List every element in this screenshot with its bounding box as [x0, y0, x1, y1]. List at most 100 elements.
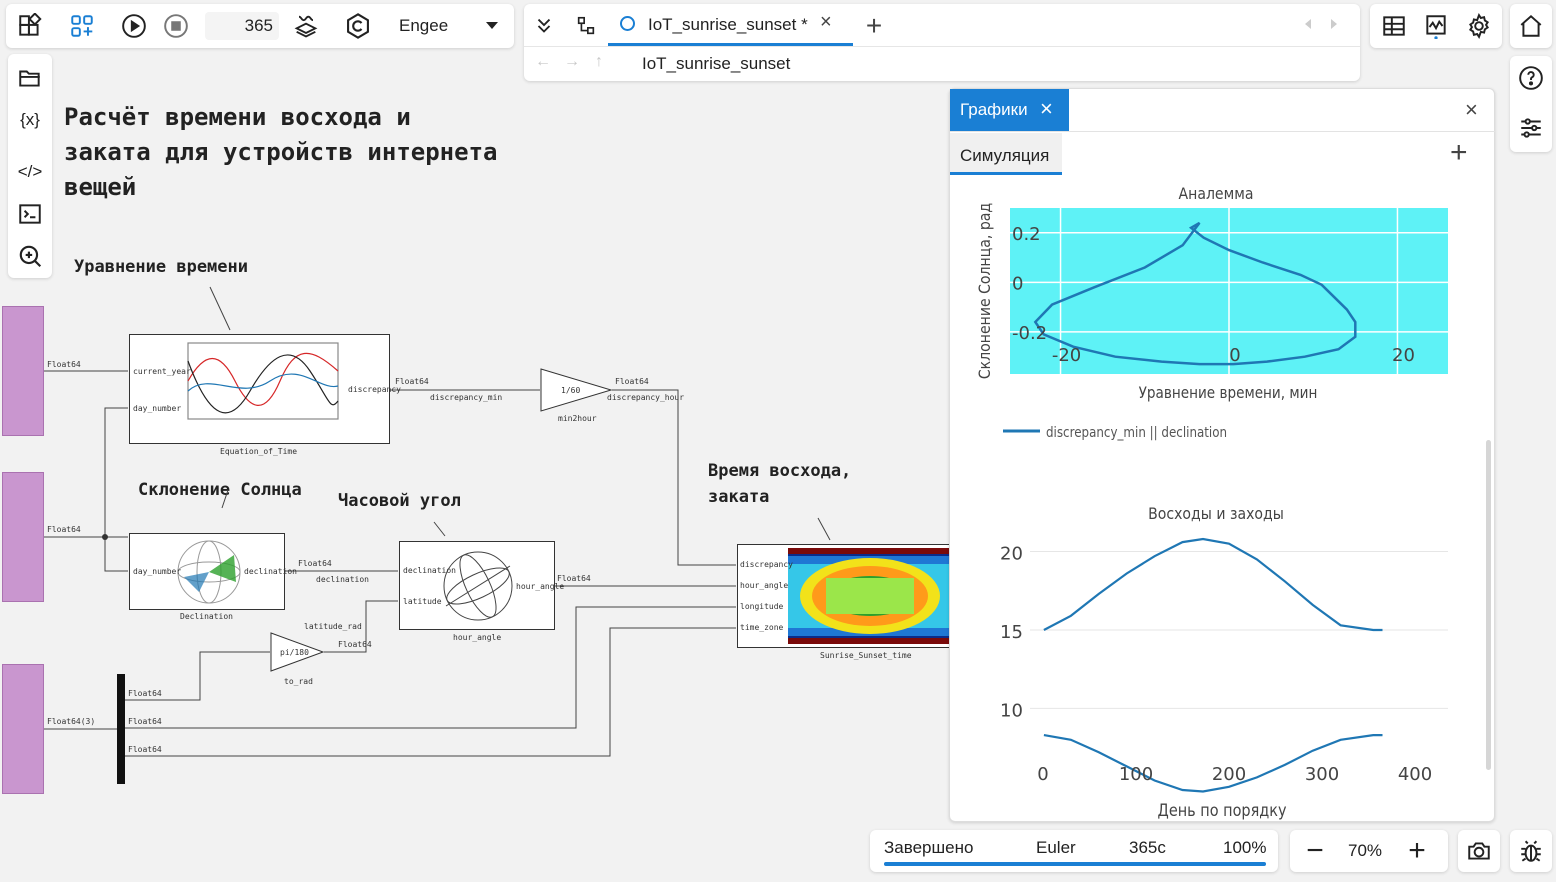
progress-text: 100%	[1223, 838, 1267, 857]
sunrise-sunset-block[interactable]: discrepancy hour_angle longitude time_zo…	[737, 544, 951, 648]
chart-title: Восходы и заходы	[1148, 504, 1284, 523]
port-label: declination	[403, 566, 456, 575]
signal-label: latitude_rad	[304, 622, 362, 631]
plots-area: Аналемма -20 0 20 0.2 0 -0.2 Уравнение времен…	[975, 184, 1448, 820]
block-name-label: to_rad	[284, 677, 313, 686]
signal-label: Float64	[47, 360, 81, 369]
gear-icon[interactable]	[1461, 8, 1497, 44]
signal-label: Float64	[128, 689, 162, 698]
sphere-preview	[443, 551, 513, 621]
y-tick-label: 20	[1000, 544, 1023, 565]
progress-track	[884, 862, 1266, 866]
signal-label: Float64	[47, 525, 81, 534]
y-tick-label: 0.2	[1012, 224, 1041, 245]
x-tick-label: 400	[1398, 764, 1432, 785]
series-line	[1043, 537, 1383, 632]
port-label: longitude	[740, 602, 784, 611]
signal-label: Float64	[338, 640, 372, 649]
signal-label: discrepancy_hour	[607, 393, 685, 402]
y-tick-label: -0.2	[1012, 323, 1047, 344]
x-tick-label: 20	[1392, 345, 1415, 366]
x-tick-label: 100	[1119, 764, 1153, 785]
y-tick-label: 15	[1000, 622, 1023, 643]
x-tick-label: 0	[1229, 345, 1240, 366]
zoom-in-button[interactable]: +	[1400, 834, 1434, 868]
declination-block[interactable]: day_number declination	[129, 533, 297, 610]
signal-label: discrepancy_min	[430, 393, 503, 402]
block-name-label: Sunrise_Sunset_time	[820, 651, 912, 660]
signal-label: Float64	[128, 745, 162, 754]
series-lines	[1043, 537, 1383, 793]
progress-bar	[884, 862, 1266, 866]
tabs-scroll-left-icon[interactable]	[1305, 19, 1311, 29]
signal-label: Float64	[557, 574, 591, 583]
block-name-label: min2hour	[558, 414, 597, 423]
port-label: discrepancy	[348, 385, 401, 394]
globe-preview	[177, 540, 241, 604]
settings-sliders-icon[interactable]	[1512, 110, 1550, 146]
y-axis-label: Склонение Солнца, рад	[975, 203, 994, 379]
port-label: hour_angle	[740, 581, 789, 590]
gain-value: pi/180	[280, 648, 309, 657]
plots-panel-header-divider	[950, 131, 1495, 132]
y-tick-label: 10	[1000, 700, 1023, 721]
zoom-level[interactable]: 70%	[1348, 841, 1382, 861]
equation-of-time-preview	[187, 342, 339, 420]
x-tick-label: -20	[1052, 345, 1081, 366]
x-tick-label: 300	[1305, 764, 1339, 785]
contour-preview	[788, 548, 950, 644]
bug-icon[interactable]	[1512, 833, 1550, 869]
port-label: current_year	[133, 367, 191, 376]
input-port-block[interactable]	[2, 306, 44, 436]
port-label: day_number	[133, 567, 182, 576]
signal-label: Float64	[128, 717, 162, 726]
simulation-time: 365с	[1129, 838, 1166, 857]
junction-dot	[102, 534, 108, 540]
tick-labels: 2015100 100 200 300 400	[1000, 544, 1432, 785]
tab-plots[interactable]: Графики ×	[950, 89, 1069, 131]
gain-value: 1/60	[561, 386, 581, 395]
demux-block[interactable]	[117, 674, 125, 784]
table-view-icon[interactable]	[1376, 8, 1412, 44]
port-label: day_number	[133, 404, 182, 413]
x-tick-label: 200	[1212, 764, 1246, 785]
subtab-simulation-label: Симуляция	[960, 146, 1050, 165]
input-port-block[interactable]	[2, 664, 44, 794]
camera-icon[interactable]	[1460, 833, 1498, 869]
block-name-label: hour_angle	[453, 633, 502, 642]
close-panel-icon[interactable]: ×	[1465, 97, 1478, 123]
port-label: latitude	[403, 597, 442, 606]
grid	[1030, 551, 1448, 709]
hour-angle-block[interactable]: declination latitude hour_angle	[399, 541, 564, 630]
block-name-label: Equation_of_Time	[220, 447, 298, 456]
legend-label: discrepancy_min || declination	[1046, 425, 1227, 441]
help-icon[interactable]	[1512, 60, 1550, 96]
plots-icon[interactable]	[1418, 8, 1454, 44]
chart-title: Аналемма	[1179, 184, 1254, 203]
zoom-out-button[interactable]: −	[1298, 834, 1332, 868]
solver-name: Euler	[1036, 838, 1076, 857]
signal-label: declination	[316, 575, 369, 584]
tabs-scroll-right-icon[interactable]	[1331, 19, 1337, 29]
tab-plots-label: Графики	[960, 100, 1028, 119]
signal-label: Float64	[395, 377, 429, 386]
input-port-block[interactable]	[2, 472, 44, 602]
signal-label: Float64	[298, 559, 332, 568]
y-tick-label: 0	[1012, 273, 1023, 294]
home-icon[interactable]	[1512, 8, 1550, 44]
equation-of-time-block[interactable]: current_year day_number discrepancy	[129, 334, 401, 444]
subtab-simulation[interactable]: Симуляция	[950, 133, 1062, 175]
block-name-label: Declination	[180, 612, 233, 621]
x-tick-label: 0	[1037, 764, 1048, 785]
x-axis-label: Уравнение времени, мин	[1139, 384, 1318, 402]
port-label: declination	[244, 567, 297, 576]
close-plots-tab-icon[interactable]: ×	[1040, 96, 1053, 122]
status-text: Завершено	[884, 838, 974, 857]
x-axis-label: День по порядку	[1158, 800, 1287, 820]
signal-label: Float64(3)	[47, 717, 96, 726]
add-plot-icon[interactable]: +	[1450, 138, 1468, 168]
port-label: discrepancy	[740, 560, 793, 569]
signal-label: Float64	[615, 377, 649, 386]
port-label: hour_angle	[516, 582, 565, 591]
port-label: time_zone	[740, 623, 784, 632]
